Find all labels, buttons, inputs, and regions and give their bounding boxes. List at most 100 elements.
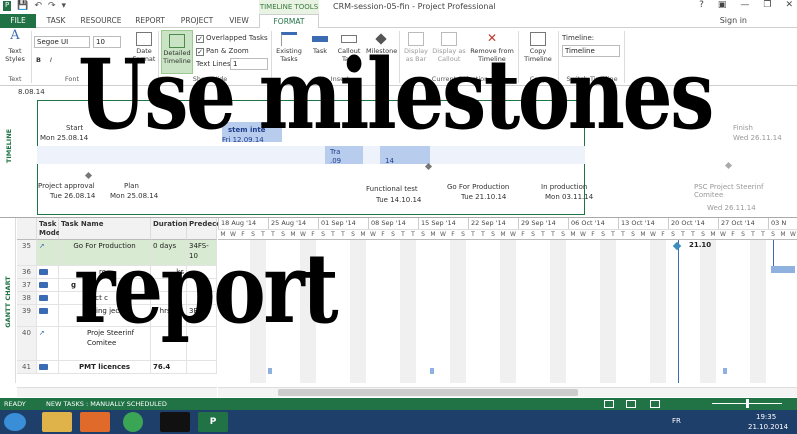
weekend-shading bbox=[700, 240, 716, 383]
timescale-day: T bbox=[681, 231, 685, 238]
taskbar-time[interactable]: 19:35 bbox=[756, 413, 776, 421]
tab-report[interactable]: REPORT bbox=[130, 14, 170, 28]
timescale-day: S bbox=[561, 231, 565, 238]
chart-scrollbar[interactable] bbox=[218, 387, 797, 397]
italic-button[interactable]: I bbox=[50, 56, 52, 64]
status-bar: READY NEW TASKS : MANUALLY SCHEDULED bbox=[0, 398, 797, 410]
milestone-diamond-icon[interactable] bbox=[672, 241, 682, 251]
timescale-day: S bbox=[491, 231, 495, 238]
timescale-day: M bbox=[570, 231, 576, 238]
table-scrollbar[interactable] bbox=[17, 387, 217, 397]
task-name-cell[interactable]: PMT licences bbox=[59, 361, 151, 373]
predecessors-cell[interactable] bbox=[187, 361, 217, 373]
gantt-task-bar[interactable] bbox=[268, 368, 272, 374]
milestone-name: Plan bbox=[124, 182, 139, 190]
timescale-day: W bbox=[440, 231, 446, 238]
task-usage-icon[interactable] bbox=[626, 400, 636, 408]
timescale-day: M bbox=[640, 231, 646, 238]
task-mode-icon bbox=[37, 292, 59, 304]
gantt-task-bar[interactable] bbox=[771, 266, 795, 273]
weekend-shading bbox=[650, 240, 666, 383]
taskbar-date[interactable]: 21.10.2014 bbox=[748, 423, 788, 431]
timescale-day: S bbox=[351, 231, 355, 238]
project-app-icon: P bbox=[3, 1, 12, 11]
windows-taskbar: P FR 19:35 21.10.2014 bbox=[0, 410, 797, 434]
zoom-slider-thumb[interactable] bbox=[746, 399, 749, 408]
title-bar: P 💾 ↶ ↷ ▾ TIMELINE TOOLS CRM-session-05-… bbox=[0, 0, 797, 14]
task-mode-icon bbox=[37, 361, 59, 373]
column-header-task-mode[interactable]: Task Mode bbox=[37, 218, 61, 240]
project-taskbar-icon[interactable]: P bbox=[198, 412, 228, 432]
tab-file[interactable]: FILE bbox=[0, 14, 36, 28]
timescale-day: S bbox=[701, 231, 705, 238]
row-number: 35 bbox=[17, 240, 37, 265]
customize-qat-icon[interactable]: ▾ bbox=[62, 1, 67, 11]
close-icon[interactable]: ✕ bbox=[785, 0, 793, 10]
quick-access-toolbar: P 💾 ↶ ↷ ▾ bbox=[3, 1, 66, 11]
weekend-shading bbox=[550, 240, 566, 383]
help-icon[interactable]: ? bbox=[699, 0, 704, 10]
milestone-date: Mon 03.11.14 bbox=[545, 193, 594, 201]
ribbon-tabs: FILE TASK RESOURCE REPORT PROJECT VIEW F… bbox=[0, 14, 797, 28]
undo-icon[interactable]: ↶ bbox=[34, 1, 42, 11]
weekend-shading bbox=[600, 240, 616, 383]
timescale-day: F bbox=[661, 231, 665, 238]
timescale-day: S bbox=[601, 231, 605, 238]
ribbon-display-icon[interactable]: ▣ bbox=[718, 0, 727, 10]
milestone-name: Project approval bbox=[38, 182, 95, 190]
timescale-week: 18 Aug '14 bbox=[218, 218, 268, 229]
task-mode-icon bbox=[37, 279, 59, 291]
sign-in-link[interactable]: Sign in bbox=[720, 16, 747, 25]
timescale-day: T bbox=[401, 231, 405, 238]
timescale-day: W bbox=[370, 231, 376, 238]
tab-format[interactable]: FORMAT bbox=[259, 14, 319, 28]
timescale-day: T bbox=[471, 231, 475, 238]
table-row[interactable]: 41 PMT licences 76.4 bbox=[17, 361, 217, 374]
file-explorer-icon[interactable] bbox=[42, 412, 72, 432]
milestone-name: Go For Production bbox=[447, 183, 510, 191]
tab-task[interactable]: TASK bbox=[40, 14, 72, 28]
milestone-date: Tue 26.08.14 bbox=[50, 192, 96, 200]
scroll-thumb[interactable] bbox=[278, 389, 578, 396]
timeline-top-date: 8.08.14 bbox=[18, 88, 45, 96]
start-button[interactable] bbox=[4, 413, 26, 431]
milestone-diamond-icon[interactable] bbox=[724, 161, 733, 170]
tab-resource[interactable]: RESOURCE bbox=[78, 14, 124, 28]
bold-button[interactable]: B bbox=[36, 56, 41, 64]
timescale-week: 22 Sep '14 bbox=[468, 218, 518, 229]
group-label-text: Text bbox=[8, 75, 22, 83]
timeline-bar-text: .09 bbox=[330, 157, 342, 165]
restore-icon[interactable]: ❐ bbox=[763, 0, 771, 10]
row-number: 37 bbox=[17, 279, 37, 291]
timescale-week: 01 Sep '14 bbox=[318, 218, 368, 229]
gantt-view-icon[interactable] bbox=[604, 400, 614, 408]
minimize-icon[interactable]: — bbox=[740, 0, 749, 10]
save-icon[interactable]: 💾 bbox=[17, 1, 28, 11]
team-planner-icon[interactable] bbox=[650, 400, 660, 408]
tab-project[interactable]: PROJECT bbox=[176, 14, 218, 28]
weekend-shading bbox=[500, 240, 516, 383]
gantt-side-label: GANTT CHART bbox=[0, 218, 16, 383]
text-styles-button[interactable]: A Text Styles bbox=[3, 29, 27, 63]
timescale-week: 25 Aug '14 bbox=[268, 218, 318, 229]
timescale-day: W bbox=[580, 231, 586, 238]
gantt-task-bar[interactable] bbox=[723, 368, 727, 374]
status-new-tasks[interactable]: NEW TASKS : MANUALLY SCHEDULED bbox=[46, 398, 167, 410]
timescale-week: 27 Oct '14 bbox=[718, 218, 768, 229]
duration-cell[interactable]: 76.4 bbox=[151, 361, 187, 373]
tab-view[interactable]: VIEW bbox=[224, 14, 254, 28]
timescale-day: M bbox=[710, 231, 716, 238]
current-date-line bbox=[678, 240, 679, 383]
timescale-day: T bbox=[691, 231, 695, 238]
row-number: 38 bbox=[17, 292, 37, 304]
gantt-task-bar[interactable] bbox=[430, 368, 434, 374]
row-number: 41 bbox=[17, 361, 37, 373]
task-mode-icon bbox=[37, 305, 59, 326]
chrome-icon[interactable] bbox=[123, 412, 143, 432]
language-indicator[interactable]: FR bbox=[672, 417, 681, 425]
redo-icon[interactable]: ↷ bbox=[48, 1, 56, 11]
media-player-icon[interactable] bbox=[80, 412, 110, 432]
command-prompt-icon[interactable] bbox=[160, 412, 190, 432]
timeline-side-text: TIMELINE bbox=[5, 128, 13, 164]
weekend-shading bbox=[350, 240, 366, 383]
